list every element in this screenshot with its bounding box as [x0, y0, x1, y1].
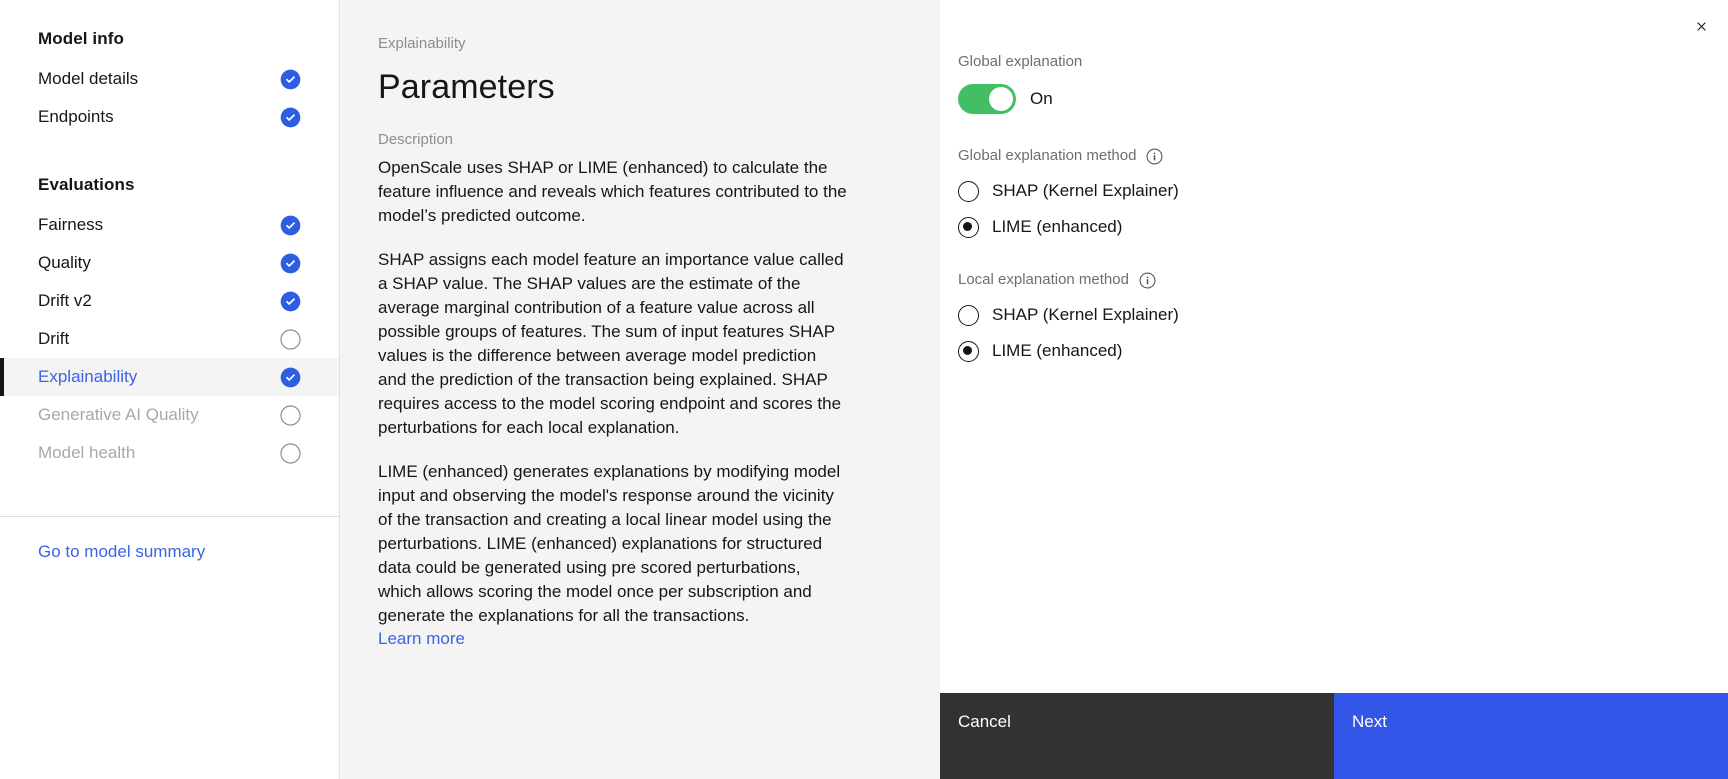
global-explanation-method-group: Global explanation method SHAP (Kernel E…	[958, 146, 1728, 238]
sidebar-item-label: Generative AI Quality	[38, 405, 199, 424]
sidebar-item-quality[interactable]: Quality	[0, 244, 339, 282]
global-explanation-method-label-text: Global explanation method	[958, 147, 1137, 164]
sidebar-item-model-health[interactable]: Model health	[0, 434, 339, 472]
sidebar-item-drift[interactable]: Drift	[0, 320, 339, 358]
checkmark-filled-icon	[280, 253, 301, 274]
radio-label: LIME (enhanced)	[992, 341, 1123, 360]
radio-button-icon	[958, 180, 979, 202]
description-paragraph-1: OpenScale uses SHAP or LIME (enhanced) t…	[378, 158, 847, 225]
radio-button-selected-icon	[958, 340, 979, 362]
sidebar-item-label: Explainability	[38, 367, 138, 386]
modal-footer: Cancel Next	[940, 693, 1728, 779]
checkmark-filled-icon	[280, 291, 301, 312]
circle-outline-icon	[280, 328, 301, 350]
radio-button-selected-icon	[958, 216, 979, 238]
local-explanation-method-group: Local explanation method SHAP (Kernel Ex…	[958, 270, 1728, 362]
explainability-parameters-modal: Model info Model details Endpoints Evalu…	[0, 0, 1728, 779]
checkmark-filled-icon	[280, 69, 301, 90]
global-explanation-toggle-row: On	[958, 84, 1728, 114]
radio-local-lime-enhanced[interactable]: LIME (enhanced)	[958, 340, 1728, 362]
sidebar-item-model-details[interactable]: Model details	[0, 60, 339, 98]
checkmark-filled-icon	[280, 215, 301, 236]
radio-global-shap-kernel-explainer[interactable]: SHAP (Kernel Explainer)	[958, 180, 1728, 202]
description-label: Description	[378, 131, 454, 148]
learn-more-link[interactable]: Learn more	[378, 628, 465, 650]
global-explanation-label-text: Global explanation	[958, 53, 1083, 70]
go-to-model-summary-link[interactable]: Go to model summary	[0, 517, 243, 563]
local-explanation-method-label: Local explanation method	[958, 270, 1728, 290]
sidebar-item-label: Endpoints	[38, 107, 114, 126]
configuration-sidebar: Model info Model details Endpoints Evalu…	[0, 0, 340, 779]
local-explanation-method-label-text: Local explanation method	[958, 271, 1129, 288]
radio-label: SHAP (Kernel Explainer)	[992, 305, 1179, 324]
sidebar-item-endpoints[interactable]: Endpoints	[0, 98, 339, 136]
sidebar-item-label: Quality	[38, 253, 91, 272]
global-explanation-method-label: Global explanation method	[958, 146, 1728, 166]
settings-panel: Global explanation On Global explanation…	[940, 0, 1728, 779]
global-explanation-toggle[interactable]	[958, 84, 1016, 114]
radio-label: SHAP (Kernel Explainer)	[992, 181, 1179, 200]
checkmark-filled-icon	[280, 107, 301, 128]
sidebar-item-label: Model health	[38, 443, 136, 462]
circle-outline-icon	[280, 404, 301, 426]
toggle-state-label: On	[1030, 89, 1053, 108]
radio-button-icon	[958, 304, 979, 326]
sidebar-item-label: Drift v2	[38, 291, 92, 310]
radio-local-shap-kernel-explainer[interactable]: SHAP (Kernel Explainer)	[958, 304, 1728, 326]
next-button[interactable]: Next	[1334, 693, 1728, 779]
toggle-knob	[989, 87, 1013, 111]
parameters-content: Explainability Parameters Description Op…	[340, 0, 940, 779]
sidebar-item-fairness[interactable]: Fairness	[0, 206, 339, 244]
sidebar-section-title-model-info: Model info	[38, 29, 124, 48]
description-paragraph-3: LIME (enhanced) generates explanations b…	[378, 462, 841, 625]
close-icon[interactable]	[1684, 9, 1718, 43]
global-explanation-label: Global explanation	[958, 52, 1728, 72]
sidebar-item-label: Drift	[38, 329, 70, 348]
radio-label: LIME (enhanced)	[992, 217, 1123, 236]
sidebar-item-label: Fairness	[38, 215, 104, 234]
sidebar-section-title-evaluations: Evaluations	[38, 175, 135, 194]
radio-global-lime-enhanced[interactable]: LIME (enhanced)	[958, 216, 1728, 238]
sidebar-item-drift-v2[interactable]: Drift v2	[0, 282, 339, 320]
description-body: OpenScale uses SHAP or LIME (enhanced) t…	[378, 156, 848, 650]
checkmark-filled-icon	[280, 367, 301, 388]
sidebar-item-generative-ai-quality[interactable]: Generative AI Quality	[0, 396, 339, 434]
description-paragraph-2: SHAP assigns each model feature an impor…	[378, 250, 844, 437]
cancel-button[interactable]: Cancel	[940, 693, 1334, 779]
breadcrumb-explainability: Explainability	[378, 35, 466, 52]
circle-outline-icon	[280, 442, 301, 464]
sidebar-item-label: Model details	[38, 69, 139, 88]
page-title: Parameters	[378, 68, 555, 106]
information-icon[interactable]	[1146, 148, 1163, 165]
sidebar-item-explainability[interactable]: Explainability	[0, 358, 339, 396]
information-icon[interactable]	[1139, 272, 1156, 289]
